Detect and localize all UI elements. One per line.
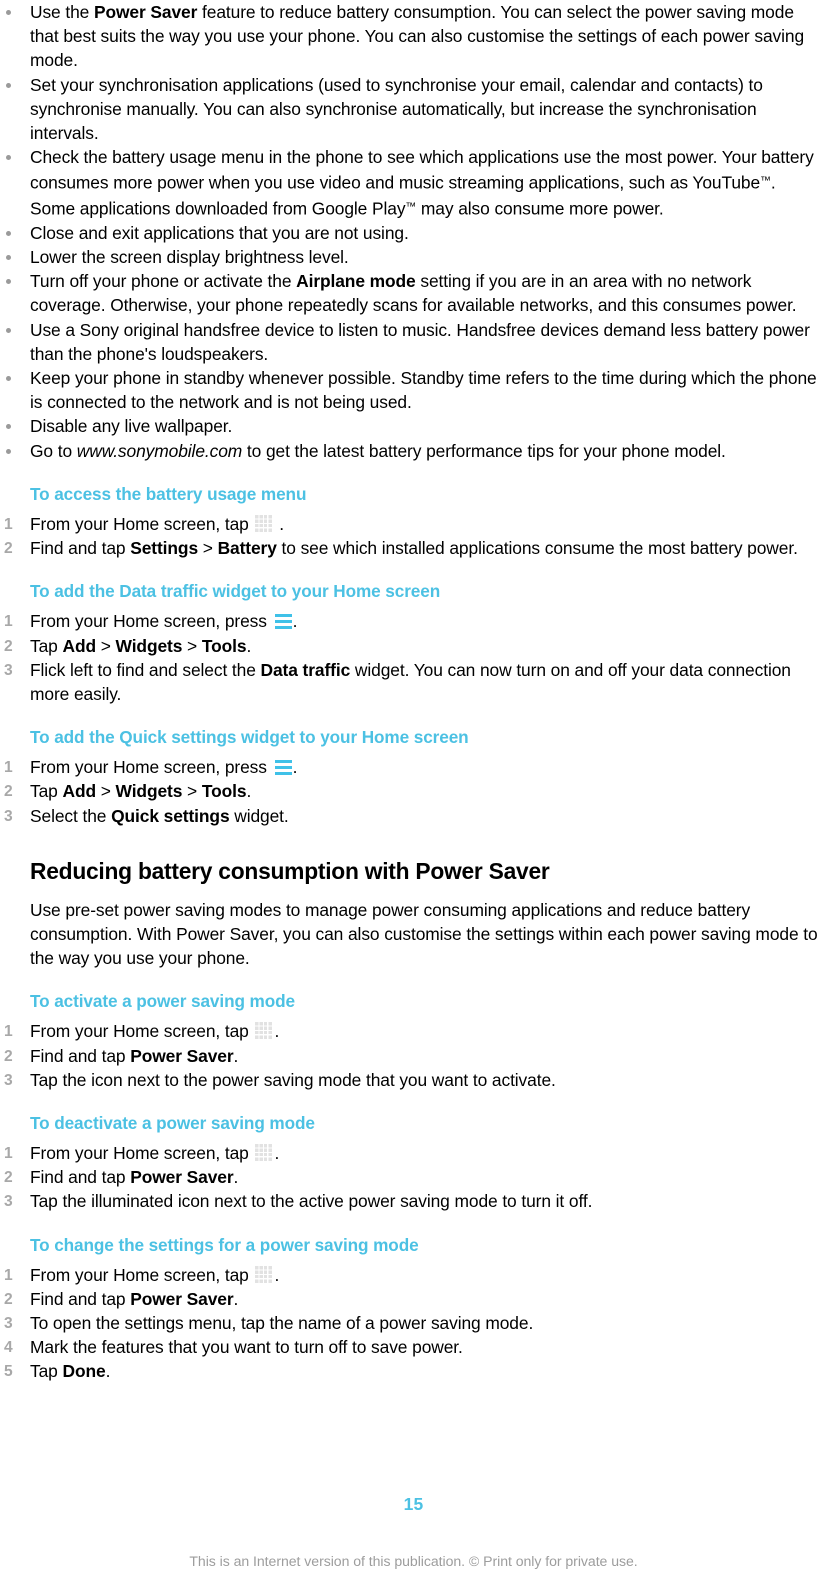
procedure-step: From your Home screen, tap . bbox=[4, 513, 284, 537]
app-grid-icon bbox=[255, 1143, 273, 1161]
emphasis-text: Widgets bbox=[115, 635, 183, 656]
url-text: www.sonymobile.com bbox=[76, 440, 243, 461]
emphasis-text: Add bbox=[62, 781, 96, 802]
procedure-heading: To access the battery usage menu bbox=[30, 483, 307, 504]
emphasis-text: Add bbox=[62, 635, 96, 656]
procedure-step: Tap Add > Widgets > Tools. bbox=[4, 635, 252, 659]
app-grid-icon bbox=[255, 1022, 273, 1040]
topic-heading: Reducing battery consumption with Power … bbox=[30, 857, 550, 884]
procedure-steps: From your Home screen, tap . Find and tap… bbox=[0, 1019, 827, 1093]
emphasis-text: Data traffic bbox=[260, 659, 351, 680]
procedure-step: Find and tap Power Saver. bbox=[4, 1166, 239, 1190]
emphasis-text: Tools bbox=[201, 635, 247, 656]
procedure-heading: To activate a power saving mode bbox=[30, 991, 295, 1012]
trademark-symbol: ™ bbox=[760, 175, 771, 188]
procedure-step: Tap the illuminated icon next to the act… bbox=[4, 1190, 593, 1214]
emphasis-text: Settings bbox=[130, 538, 199, 559]
procedure-heading: To add the Data traffic widget to your H… bbox=[30, 581, 441, 602]
procedure-step: From your Home screen, press . bbox=[4, 610, 298, 634]
trademark-symbol: ™ bbox=[405, 201, 417, 214]
battery-tip-item: Turn off your phone or activate the Airp… bbox=[0, 269, 827, 317]
procedure-heading: To change the settings for a power savin… bbox=[30, 1234, 419, 1255]
battery-tips-list: Use the Power Saver feature to reduce ba… bbox=[0, 0, 827, 463]
procedure-step: From your Home screen, press . bbox=[4, 756, 298, 780]
emphasis-text: Power Saver bbox=[93, 2, 198, 22]
battery-tip-item: Go to www.sonymobile.com to get the late… bbox=[0, 439, 827, 463]
emphasis-text: Power Saver bbox=[130, 1045, 234, 1066]
procedure-step: From your Home screen, tap . bbox=[4, 1264, 280, 1288]
battery-tip-item: Keep your phone in standby whenever poss… bbox=[0, 366, 827, 414]
procedure-step: Flick left to find and select the Data t… bbox=[4, 659, 791, 704]
procedure-step: From your Home screen, tap . bbox=[4, 1020, 280, 1044]
procedure-step: Find and tap Settings > Battery to see w… bbox=[4, 537, 798, 561]
procedure-steps: From your Home screen, tap . Find and tap… bbox=[0, 1263, 827, 1385]
procedure-heading: To add the Quick settings widget to your… bbox=[30, 727, 469, 748]
emphasis-text: Airplane mode bbox=[296, 271, 416, 292]
battery-tip-item: Disable any live wallpaper. bbox=[0, 414, 827, 438]
procedure-step: From your Home screen, tap . bbox=[4, 1142, 280, 1166]
procedure-step: Tap Done. bbox=[4, 1360, 111, 1384]
footer-note: This is an Internet version of this publ… bbox=[189, 1553, 638, 1569]
procedure-step: Mark the features that you want to turn … bbox=[4, 1336, 463, 1360]
battery-tip-item: Close and exit applications that you are… bbox=[0, 221, 827, 245]
procedure-step: Tap Add > Widgets > Tools. bbox=[4, 780, 252, 804]
emphasis-text: Power Saver bbox=[130, 1167, 234, 1188]
battery-tip-item: Lower the screen display brightness leve… bbox=[0, 245, 827, 269]
procedure-step: Find and tap Power Saver. bbox=[4, 1288, 239, 1312]
page-content: Use the Power Saver feature to reduce ba… bbox=[0, 0, 827, 1385]
battery-tip-item: Use a Sony original handsfree device to … bbox=[0, 318, 827, 366]
sections-container: To access the battery usage menu From you… bbox=[0, 483, 827, 1385]
topic-paragraph: Use pre-set power saving modes to manage… bbox=[30, 899, 818, 969]
emphasis-text: Done bbox=[62, 1361, 106, 1382]
procedure-heading: To deactivate a power saving mode bbox=[30, 1112, 315, 1133]
procedure-step: Find and tap Power Saver. bbox=[4, 1045, 239, 1069]
emphasis-text: Quick settings bbox=[111, 805, 230, 826]
procedure-steps: From your Home screen, press . Tap Add > … bbox=[0, 609, 827, 706]
battery-tip-item: Use the Power Saver feature to reduce ba… bbox=[0, 0, 827, 73]
emphasis-text: Power Saver bbox=[130, 1288, 234, 1309]
battery-tip-item: Set your synchronisation applications (u… bbox=[0, 73, 827, 146]
menu-icon bbox=[274, 760, 292, 776]
procedure-step: To open the settings menu, tap the name … bbox=[4, 1312, 534, 1336]
menu-icon bbox=[274, 614, 292, 630]
procedure-step: Select the Quick settings widget. bbox=[4, 805, 289, 829]
battery-tip-item: Check the battery usage menu in the phon… bbox=[0, 145, 827, 221]
app-grid-icon bbox=[255, 514, 273, 532]
procedure-steps: From your Home screen, press . Tap Add > … bbox=[0, 755, 827, 829]
emphasis-text: Tools bbox=[201, 781, 247, 802]
app-grid-icon bbox=[255, 1265, 273, 1283]
page-number: 15 bbox=[403, 1494, 424, 1514]
emphasis-text: Widgets bbox=[115, 781, 183, 802]
procedure-step: Tap the icon next to the power saving mo… bbox=[4, 1069, 556, 1093]
manual-page: Use the Power Saver feature to reduce ba… bbox=[0, 0, 827, 1590]
emphasis-text: Battery bbox=[217, 538, 277, 559]
procedure-steps: From your Home screen, tap . Find and tap… bbox=[0, 512, 827, 562]
procedure-steps: From your Home screen, tap . Find and tap… bbox=[0, 1141, 827, 1215]
